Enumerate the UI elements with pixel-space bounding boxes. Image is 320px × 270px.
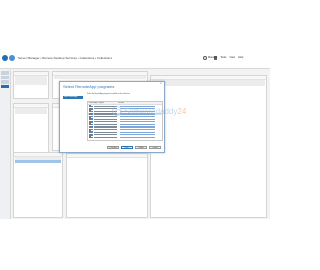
close-icon[interactable]: × — [159, 82, 163, 85]
program-path — [119, 123, 155, 126]
watermark-text-b: 24 — [177, 106, 187, 116]
program-name — [93, 129, 117, 131]
program-icon — [91, 105, 93, 108]
dialog-buttons: < Previous Next > Publish Cancel — [107, 145, 161, 149]
title-bar: Server Manager • Remote Desktop Services… — [0, 51, 270, 69]
program-path — [119, 118, 155, 120]
program-name — [93, 134, 117, 136]
panel-header — [14, 104, 48, 108]
program-name — [93, 136, 117, 139]
forward-button[interactable] — [9, 55, 15, 61]
program-icon — [91, 121, 93, 123]
program-path — [119, 131, 155, 133]
program-icon — [91, 108, 93, 110]
nav-item[interactable] — [1, 80, 9, 84]
program-name — [93, 118, 117, 120]
program-icon — [91, 115, 93, 118]
program-path — [119, 126, 155, 128]
program-name — [93, 116, 117, 118]
menu-tools[interactable]: Tools — [220, 56, 226, 59]
panel-header — [53, 72, 147, 76]
list-item — [152, 83, 265, 86]
program-icon — [91, 118, 93, 121]
virtual-desktops-panel — [150, 75, 267, 218]
column-header-program: RemoteApp Program — [89, 103, 104, 104]
program-name — [93, 123, 117, 126]
wizard-step-active[interactable]: Select RemoteApp programs — [63, 96, 83, 101]
nav-item-active[interactable] — [1, 84, 9, 88]
program-path — [119, 116, 155, 118]
watermark-text-a: Softwaredaddy — [124, 106, 178, 116]
sessions-panel — [13, 103, 49, 159]
program-path — [119, 121, 155, 123]
menu-view[interactable]: View — [229, 56, 235, 59]
column-header-location: Location — [118, 103, 125, 104]
program-path — [119, 136, 155, 139]
menu-manage[interactable]: Manage — [208, 56, 217, 59]
back-button[interactable] — [2, 55, 8, 61]
program-path — [119, 134, 155, 136]
refresh-icon[interactable] — [203, 56, 207, 60]
program-icon — [91, 131, 93, 134]
program-name — [93, 126, 117, 128]
menu-bar: Manage Tools View Help — [208, 56, 243, 59]
dialog-title: Select RemoteApp programs — [63, 84, 115, 89]
program-path — [119, 129, 155, 131]
select-remoteapp-dialog: Select RemoteApp programs × Select Remot… — [59, 81, 165, 153]
list-item — [15, 111, 47, 114]
left-navigation — [0, 70, 11, 219]
host-servers-panel — [13, 152, 63, 218]
panel-header — [14, 72, 48, 76]
panel-header — [14, 153, 62, 157]
table-row[interactable] — [15, 160, 61, 163]
server-manager-window: Server Manager • Remote Desktop Services… — [0, 51, 270, 219]
program-icon — [91, 136, 93, 139]
program-name — [93, 131, 117, 133]
connections-panel — [66, 153, 148, 218]
watermark-logo-icon — [112, 106, 122, 116]
list-item — [15, 82, 47, 85]
nav-item[interactable] — [1, 71, 9, 75]
list-item — [54, 76, 146, 79]
properties-panel — [13, 71, 49, 99]
publish-button[interactable]: Publish — [135, 145, 147, 149]
next-button[interactable]: Next > — [121, 145, 133, 149]
watermark-text: Softwaredaddy24 — [124, 107, 186, 116]
list-item[interactable] — [88, 136, 162, 139]
program-icon — [91, 123, 93, 126]
program-icon — [91, 134, 93, 136]
panel-header — [151, 76, 266, 80]
program-icon — [91, 126, 93, 128]
panel-header — [67, 154, 147, 158]
program-icon — [91, 128, 93, 131]
program-icon — [91, 113, 93, 115]
previous-button[interactable]: < Previous — [107, 145, 119, 149]
menu-help[interactable]: Help — [238, 56, 243, 59]
watermark: Softwaredaddy24 — [112, 106, 186, 116]
nav-item[interactable] — [1, 75, 9, 79]
breadcrumb: Server Manager • Remote Desktop Services… — [18, 56, 112, 60]
program-icon — [91, 110, 93, 113]
program-name — [93, 121, 117, 123]
cancel-button[interactable]: Cancel — [149, 145, 161, 149]
dialog-description: Select the RemoteApp programs to publish… — [87, 94, 130, 95]
